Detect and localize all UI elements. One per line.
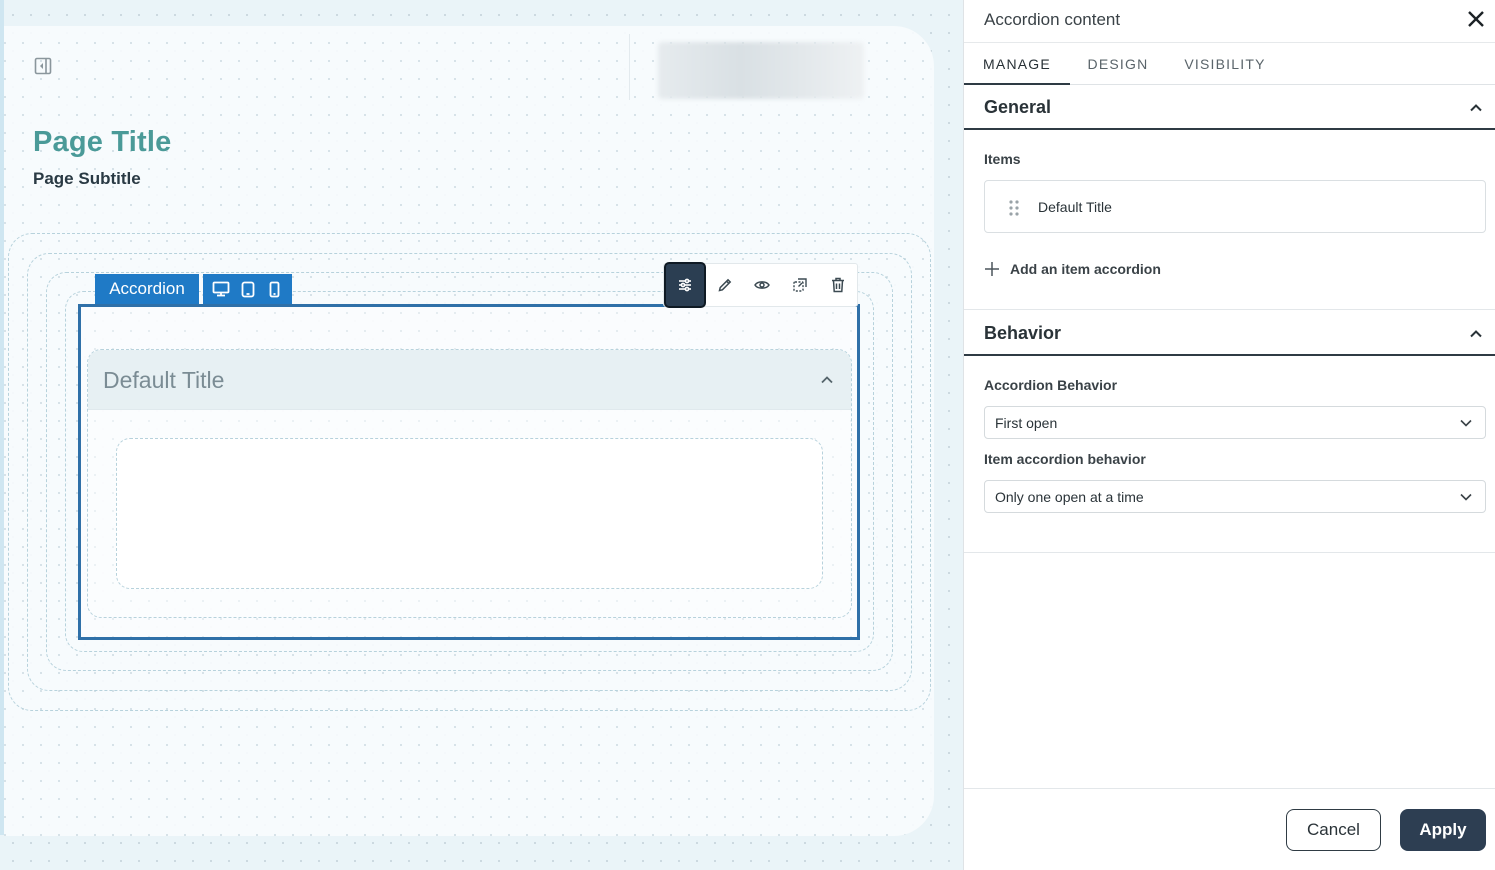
chevron-up-icon[interactable] bbox=[1468, 326, 1484, 342]
add-item-label: Add an item accordion bbox=[1010, 261, 1161, 277]
component-toolbar bbox=[663, 261, 858, 308]
component-tag[interactable]: Accordion bbox=[95, 274, 199, 304]
item-behavior-label: Item accordion behavior bbox=[984, 451, 1146, 467]
builder-canvas: Page Title Page Subtitle Accordion Defau… bbox=[0, 0, 963, 870]
behavior-section-header[interactable]: Behavior bbox=[964, 311, 1495, 356]
chevron-up-icon[interactable] bbox=[819, 372, 835, 388]
general-section-title: General bbox=[984, 97, 1052, 117]
items-list-entry[interactable]: Default Title bbox=[984, 180, 1486, 233]
accordion-item-header[interactable]: Default Title bbox=[88, 350, 851, 410]
drag-handle-icon[interactable] bbox=[1007, 199, 1021, 217]
tab-manage[interactable]: MANAGE bbox=[964, 43, 1070, 85]
mobile-icon[interactable] bbox=[265, 279, 285, 299]
tab-visibility[interactable]: VISIBILITY bbox=[1180, 43, 1270, 85]
chevron-down-icon bbox=[1459, 490, 1473, 504]
accordion-behavior-value: First open bbox=[995, 415, 1058, 431]
behavior-section-title: Behavior bbox=[984, 323, 1062, 343]
panel-tabs: MANAGE DESIGN VISIBILITY bbox=[964, 43, 1495, 85]
blurred-logo bbox=[658, 42, 864, 99]
add-item-button[interactable]: Add an item accordion bbox=[984, 261, 1161, 277]
panel-collapse-icon[interactable] bbox=[33, 56, 53, 76]
panel-title: Accordion content bbox=[984, 10, 1121, 29]
desktop-icon[interactable] bbox=[211, 279, 231, 299]
chevron-down-icon bbox=[1459, 416, 1473, 430]
apply-button[interactable]: Apply bbox=[1400, 809, 1486, 851]
tab-design[interactable]: DESIGN bbox=[1082, 43, 1154, 85]
close-icon[interactable] bbox=[1464, 7, 1488, 31]
general-section-header[interactable]: General bbox=[964, 85, 1495, 130]
page-title: Page Title bbox=[33, 126, 172, 158]
header-divider bbox=[629, 34, 630, 100]
items-label: Items bbox=[984, 151, 1021, 167]
chevron-up-icon[interactable] bbox=[1468, 100, 1484, 116]
device-visibility-bar bbox=[203, 274, 292, 304]
item-behavior-select[interactable]: Only one open at a time bbox=[984, 480, 1486, 513]
accordion-item-content-slot[interactable] bbox=[116, 438, 823, 589]
section-divider bbox=[964, 552, 1495, 553]
accordion-behavior-select[interactable]: First open bbox=[984, 406, 1486, 439]
pencil-icon[interactable] bbox=[706, 263, 744, 307]
accordion-behavior-label: Accordion Behavior bbox=[984, 377, 1118, 393]
duplicate-icon[interactable] bbox=[781, 263, 819, 307]
trash-icon[interactable] bbox=[819, 263, 857, 307]
tablet-icon[interactable] bbox=[238, 279, 258, 299]
settings-sliders-icon[interactable] bbox=[664, 261, 706, 308]
accordion-item: Default Title bbox=[87, 349, 852, 618]
page-subtitle: Page Subtitle bbox=[33, 169, 141, 188]
accordion-item-title: Default Title bbox=[103, 367, 225, 393]
footer-divider bbox=[964, 788, 1495, 789]
eye-icon[interactable] bbox=[744, 263, 782, 307]
item-behavior-value: Only one open at a time bbox=[995, 489, 1144, 505]
settings-panel: Accordion content MANAGE DESIGN VISIBILI… bbox=[963, 0, 1495, 870]
cancel-button[interactable]: Cancel bbox=[1286, 809, 1381, 851]
section-divider bbox=[964, 309, 1495, 310]
plus-icon bbox=[984, 261, 1000, 277]
item-title: Default Title bbox=[1038, 199, 1112, 215]
